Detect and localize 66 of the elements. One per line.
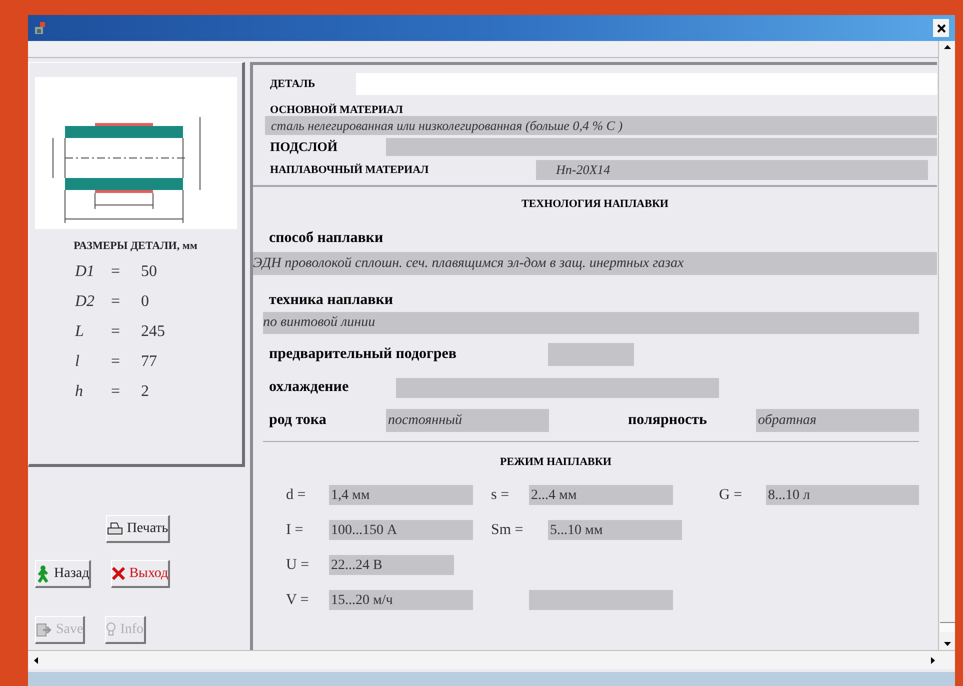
field-label: ОСНОВНОЙ МАТЕРИАЛ [270, 102, 404, 116]
parameter-symbol: V = [286, 590, 310, 610]
parameter-symbol: G = [719, 486, 744, 505]
scroll-down-arrow-icon[interactable] [944, 642, 950, 646]
parameter-field: 8...10 л [766, 485, 919, 505]
field-label: ДЕТАЛЬ [270, 76, 316, 92]
dimension-symbol: h [75, 382, 84, 402]
field-label: способ наплавки [269, 228, 384, 248]
parameter-symbol: I = [286, 520, 304, 540]
field-label: предварительный подогрев [269, 345, 458, 364]
parameter-field: 15...20 м/ч [329, 590, 473, 610]
parameter-symbol: s = [491, 486, 510, 505]
base-material-field: сталь нелегированная или низколегированная (больше 0,4 % С ) [265, 116, 937, 135]
equals-sign: = [111, 352, 122, 372]
dimensions-title: РАЗМЕРЫ ДЕТАЛИ, мм [74, 239, 198, 254]
parameter-field: 5...10 мм [548, 520, 682, 540]
scroll-left-arrow-icon[interactable] [34, 656, 38, 664]
document-arrow-icon [36, 622, 52, 636]
cross-icon [112, 567, 126, 580]
field-label: ПОДСЛОЙ [270, 138, 338, 156]
back-button[interactable]: Назад [35, 560, 92, 588]
close-icon [936, 24, 946, 32]
polarity-field: обратная [756, 409, 919, 432]
method-field: ЭДН проволокой сплошн. сеч. плавящимся эл-дом в защ. инертных газах [253, 252, 937, 275]
field-label: род тока [269, 411, 328, 430]
parameter-symbol: U = [286, 556, 310, 575]
dimension-value: 2 [141, 382, 149, 402]
technique-field: по винтовой линии [263, 312, 919, 334]
exit-button[interactable]: Выход [111, 560, 170, 588]
equals-sign: = [111, 322, 122, 342]
dimension-value: 77 [141, 352, 157, 372]
parameter-field: 100...150 А [329, 520, 473, 540]
scroll-right-arrow-icon[interactable] [931, 656, 935, 664]
equals-sign: = [111, 292, 122, 312]
close-button[interactable] [933, 19, 949, 37]
field-label: техника наплавки [269, 291, 394, 310]
dimension-value: 0 [141, 292, 149, 312]
current-type-field: постоянный [386, 409, 549, 432]
print-button[interactable]: Печать [106, 515, 170, 543]
horizontal-scrollbar[interactable] [28, 650, 955, 669]
dimension-value: 50 [141, 262, 157, 282]
dimension-symbol: L [75, 322, 85, 342]
field-label: НАПЛАВОЧНЫЙ МАТЕРИАЛ [270, 162, 430, 178]
dimension-symbol: D1 [75, 262, 96, 282]
dimension-value: 245 [141, 322, 165, 342]
running-figure-icon [36, 564, 50, 582]
app-icon [34, 21, 48, 35]
parameter-field: 1,4 мм [329, 485, 473, 505]
section-title: ТЕХНОЛОГИЯ НАПЛАВКИ [522, 197, 668, 212]
parameter-symbol: d = [286, 486, 307, 505]
equals-sign: = [111, 382, 122, 402]
parameter-field: 22...24 В [329, 555, 454, 575]
parameter-symbol: Sm = [491, 520, 524, 540]
section-title: РЕЖИМ НАПЛАВКИ [500, 454, 612, 470]
field-label: охлаждение [269, 378, 350, 398]
dimension-symbol: l [75, 352, 80, 372]
filler-material-field: Нп-20Х14 [536, 160, 928, 180]
printer-icon [106, 522, 123, 536]
scrollbar-thumb[interactable] [940, 622, 954, 632]
dimension-symbol: D2 [75, 292, 96, 312]
equals-sign: = [111, 262, 122, 282]
scroll-up-arrow-icon[interactable] [944, 45, 950, 49]
parameter-field: 2...4 мм [529, 485, 673, 505]
field-label: полярность [628, 411, 708, 430]
vertical-scrollbar[interactable] [938, 41, 955, 650]
lightbulb-icon [106, 622, 116, 638]
